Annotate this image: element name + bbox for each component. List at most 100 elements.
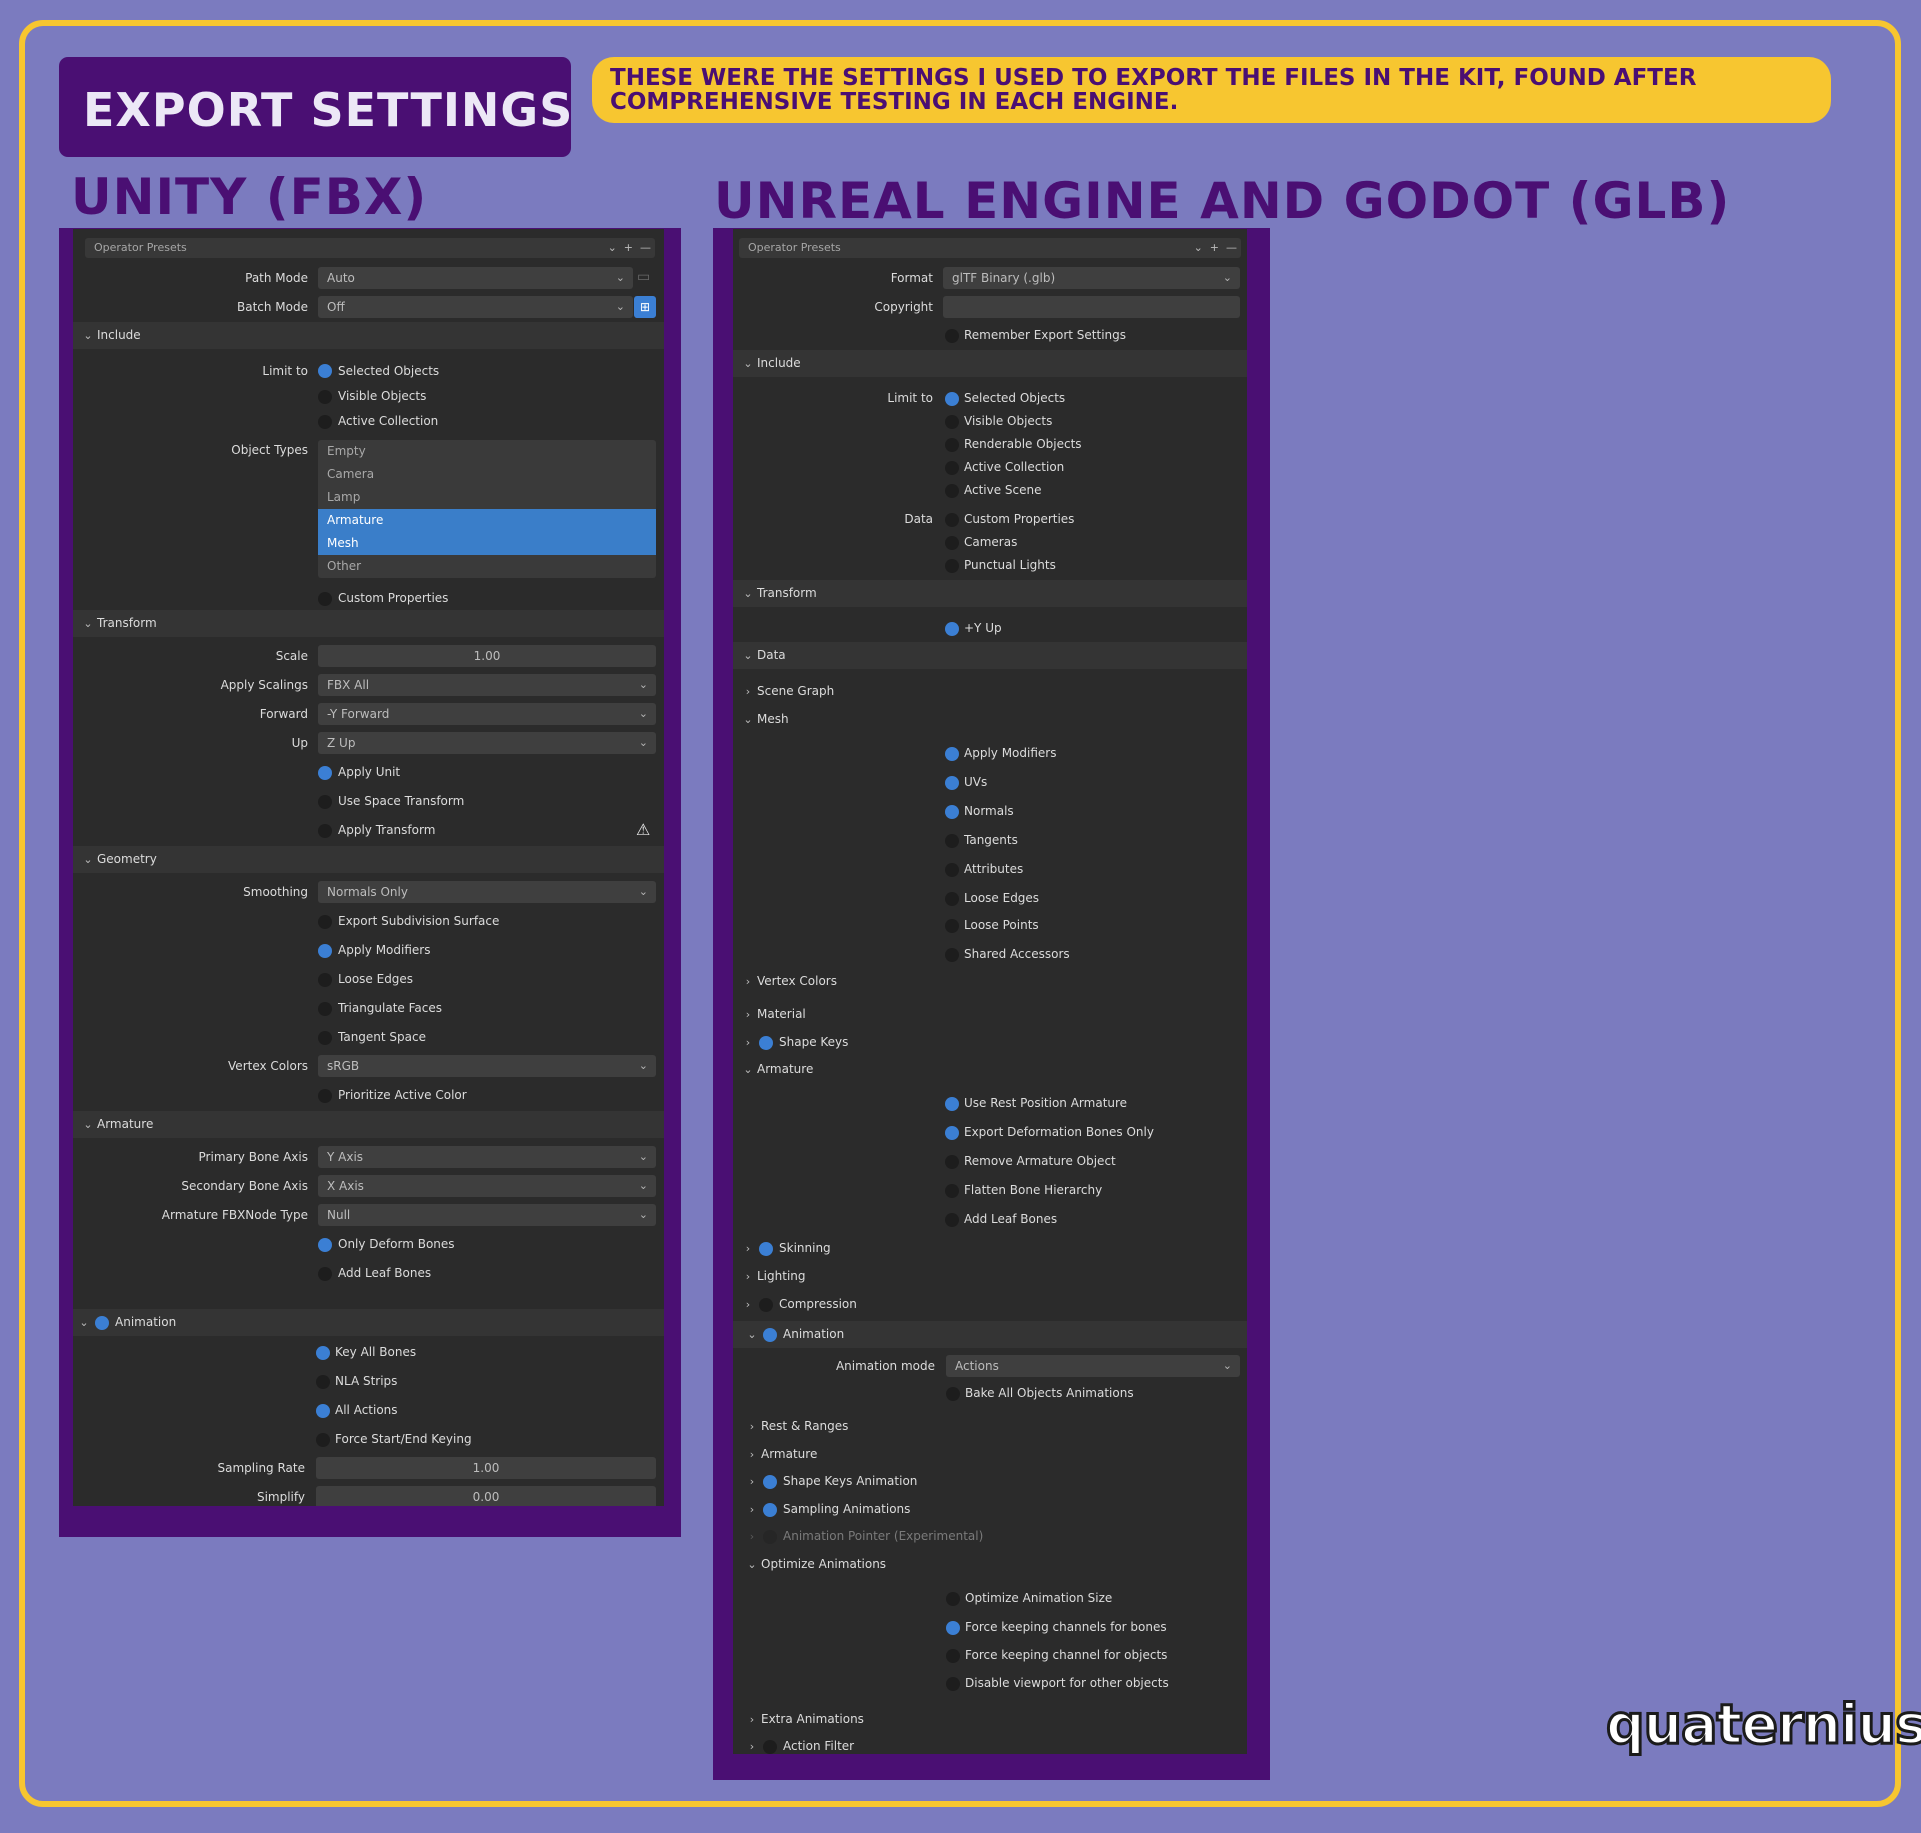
section-transform[interactable]: ⌄ Transform: [733, 580, 1247, 607]
prioritize-active-color-checkbox[interactable]: [318, 1089, 332, 1103]
tangents-checkbox[interactable]: [945, 834, 959, 848]
nla-strips-checkbox[interactable]: [316, 1375, 330, 1389]
section-geometry[interactable]: ⌄ Geometry: [73, 846, 664, 873]
loose-points-checkbox[interactable]: [945, 919, 959, 933]
extra-animations-row[interactable]: › Extra Animations: [743, 1712, 864, 1726]
compression-row[interactable]: › Compression: [739, 1297, 857, 1312]
path-mode-select[interactable]: Auto ⌄: [318, 267, 633, 289]
only-deform-bones-checkbox[interactable]: [318, 1238, 332, 1252]
remove-armature-checkbox[interactable]: [945, 1155, 959, 1169]
visible-objects-checkbox[interactable]: [318, 390, 332, 404]
compression-toggle[interactable]: [759, 1297, 773, 1312]
anim-armature-row[interactable]: › Armature: [743, 1447, 818, 1461]
sampling-animations-toggle[interactable]: [763, 1502, 777, 1517]
section-include[interactable]: ⌄ Include: [733, 350, 1247, 377]
forward-select[interactable]: -Y Forward ⌄: [318, 703, 656, 725]
key-all-bones-checkbox[interactable]: [316, 1346, 330, 1360]
sampling-animations-row[interactable]: › Sampling Animations: [743, 1502, 910, 1517]
flatten-bone-hierarchy-checkbox[interactable]: [945, 1184, 959, 1198]
section-armature[interactable]: ⌄ Armature: [73, 1111, 664, 1138]
add-leaf-bones-checkbox[interactable]: [318, 1267, 332, 1281]
armature-row[interactable]: ⌄ Armature: [739, 1062, 813, 1076]
section-transform[interactable]: ⌄ Transform: [73, 610, 664, 637]
vertex-colors-select[interactable]: sRGB ⌄: [318, 1055, 656, 1077]
folder-icon[interactable]: ▭: [637, 269, 650, 285]
punctual-lights-checkbox[interactable]: [945, 559, 959, 573]
section-data[interactable]: ⌄ Data: [733, 642, 1247, 669]
operator-presets[interactable]: Operator Presets ⌄ + —: [85, 238, 655, 258]
normals-checkbox[interactable]: [945, 805, 959, 819]
use-rest-position-checkbox[interactable]: [945, 1097, 959, 1111]
uvs-checkbox[interactable]: [945, 776, 959, 790]
object-type-item[interactable]: Other: [318, 555, 656, 578]
scene-graph-row[interactable]: › Scene Graph: [739, 684, 834, 698]
animation-toggle[interactable]: [763, 1327, 777, 1342]
optimize-size-checkbox[interactable]: [946, 1592, 960, 1606]
selected-objects-checkbox[interactable]: [945, 392, 959, 406]
shape-keys-row[interactable]: › Shape Keys: [739, 1035, 848, 1050]
lighting-row[interactable]: › Lighting: [739, 1269, 806, 1283]
skinning-toggle[interactable]: [759, 1241, 773, 1256]
optimize-animations-row[interactable]: ⌄ Optimize Animations: [743, 1557, 886, 1571]
object-type-item[interactable]: Lamp: [318, 486, 656, 509]
disable-viewport-checkbox[interactable]: [946, 1677, 960, 1691]
batch-mode-select[interactable]: Off ⌄: [318, 296, 633, 318]
fbxnode-type-select[interactable]: Null ⌄: [318, 1204, 656, 1226]
object-type-item[interactable]: Mesh: [318, 532, 656, 555]
section-animation[interactable]: ⌄ Animation: [733, 1321, 1247, 1348]
animation-mode-select[interactable]: Actions ⌄: [946, 1355, 1240, 1377]
custom-properties-checkbox[interactable]: [945, 513, 959, 527]
active-collection-checkbox[interactable]: [945, 461, 959, 475]
shape-keys-toggle[interactable]: [759, 1035, 773, 1050]
active-scene-checkbox[interactable]: [945, 484, 959, 498]
object-type-item[interactable]: Empty: [318, 440, 656, 463]
smoothing-select[interactable]: Normals Only ⌄: [318, 881, 656, 903]
all-actions-checkbox[interactable]: [316, 1404, 330, 1418]
tangent-space-checkbox[interactable]: [318, 1031, 332, 1045]
format-select[interactable]: glTF Binary (.glb) ⌄: [943, 267, 1240, 289]
visible-objects-checkbox[interactable]: [945, 415, 959, 429]
material-row[interactable]: › Material: [739, 1007, 806, 1021]
skinning-row[interactable]: › Skinning: [739, 1241, 831, 1256]
triangulate-faces-checkbox[interactable]: [318, 1002, 332, 1016]
shape-keys-animation-toggle[interactable]: [763, 1474, 777, 1489]
secondary-bone-axis-select[interactable]: X Axis ⌄: [318, 1175, 656, 1197]
rest-ranges-row[interactable]: › Rest & Ranges: [743, 1419, 849, 1433]
vertex-colors-row[interactable]: › Vertex Colors: [739, 974, 837, 988]
preset-controls[interactable]: ⌄ + —: [608, 238, 651, 258]
apply-modifiers-checkbox[interactable]: [945, 747, 959, 761]
apply-transform-checkbox[interactable]: [318, 824, 332, 838]
object-type-item[interactable]: Camera: [318, 463, 656, 486]
apply-unit-checkbox[interactable]: [318, 766, 332, 780]
primary-bone-axis-select[interactable]: Y Axis ⌄: [318, 1146, 656, 1168]
up-select[interactable]: Z Up ⌄: [318, 732, 656, 754]
export-subdivision-checkbox[interactable]: [318, 915, 332, 929]
renderable-objects-checkbox[interactable]: [945, 438, 959, 452]
operator-presets[interactable]: Operator Presets ⌄ + —: [739, 238, 1241, 258]
shape-keys-animation-row[interactable]: › Shape Keys Animation: [743, 1474, 917, 1489]
loose-edges-checkbox[interactable]: [318, 973, 332, 987]
y-up-checkbox[interactable]: [945, 622, 959, 636]
batch-folder-icon[interactable]: ⊞: [634, 296, 656, 318]
add-leaf-bones-checkbox[interactable]: [945, 1213, 959, 1227]
use-space-transform-checkbox[interactable]: [318, 795, 332, 809]
bake-all-objects-checkbox[interactable]: [946, 1387, 960, 1401]
preset-controls[interactable]: ⌄ + —: [1194, 238, 1237, 258]
simplify-field[interactable]: 0.00: [316, 1486, 656, 1506]
sampling-rate-field[interactable]: 1.00: [316, 1457, 656, 1479]
cameras-checkbox[interactable]: [945, 536, 959, 550]
custom-properties-checkbox[interactable]: [318, 592, 332, 606]
force-start-end-checkbox[interactable]: [316, 1433, 330, 1447]
object-types-list[interactable]: Empty Camera Lamp Armature Mesh Other: [318, 440, 656, 578]
action-filter-toggle[interactable]: [763, 1739, 777, 1754]
animation-toggle[interactable]: [95, 1315, 109, 1330]
loose-edges-checkbox[interactable]: [945, 892, 959, 906]
force-channels-bones-checkbox[interactable]: [946, 1621, 960, 1635]
scale-field[interactable]: 1.00: [318, 645, 656, 667]
selected-objects-checkbox[interactable]: [318, 364, 332, 378]
active-collection-checkbox[interactable]: [318, 415, 332, 429]
shared-accessors-checkbox[interactable]: [945, 948, 959, 962]
copyright-input[interactable]: [943, 296, 1240, 318]
section-include[interactable]: ⌄ Include: [73, 322, 664, 349]
section-animation[interactable]: ⌄ Animation: [73, 1309, 664, 1336]
